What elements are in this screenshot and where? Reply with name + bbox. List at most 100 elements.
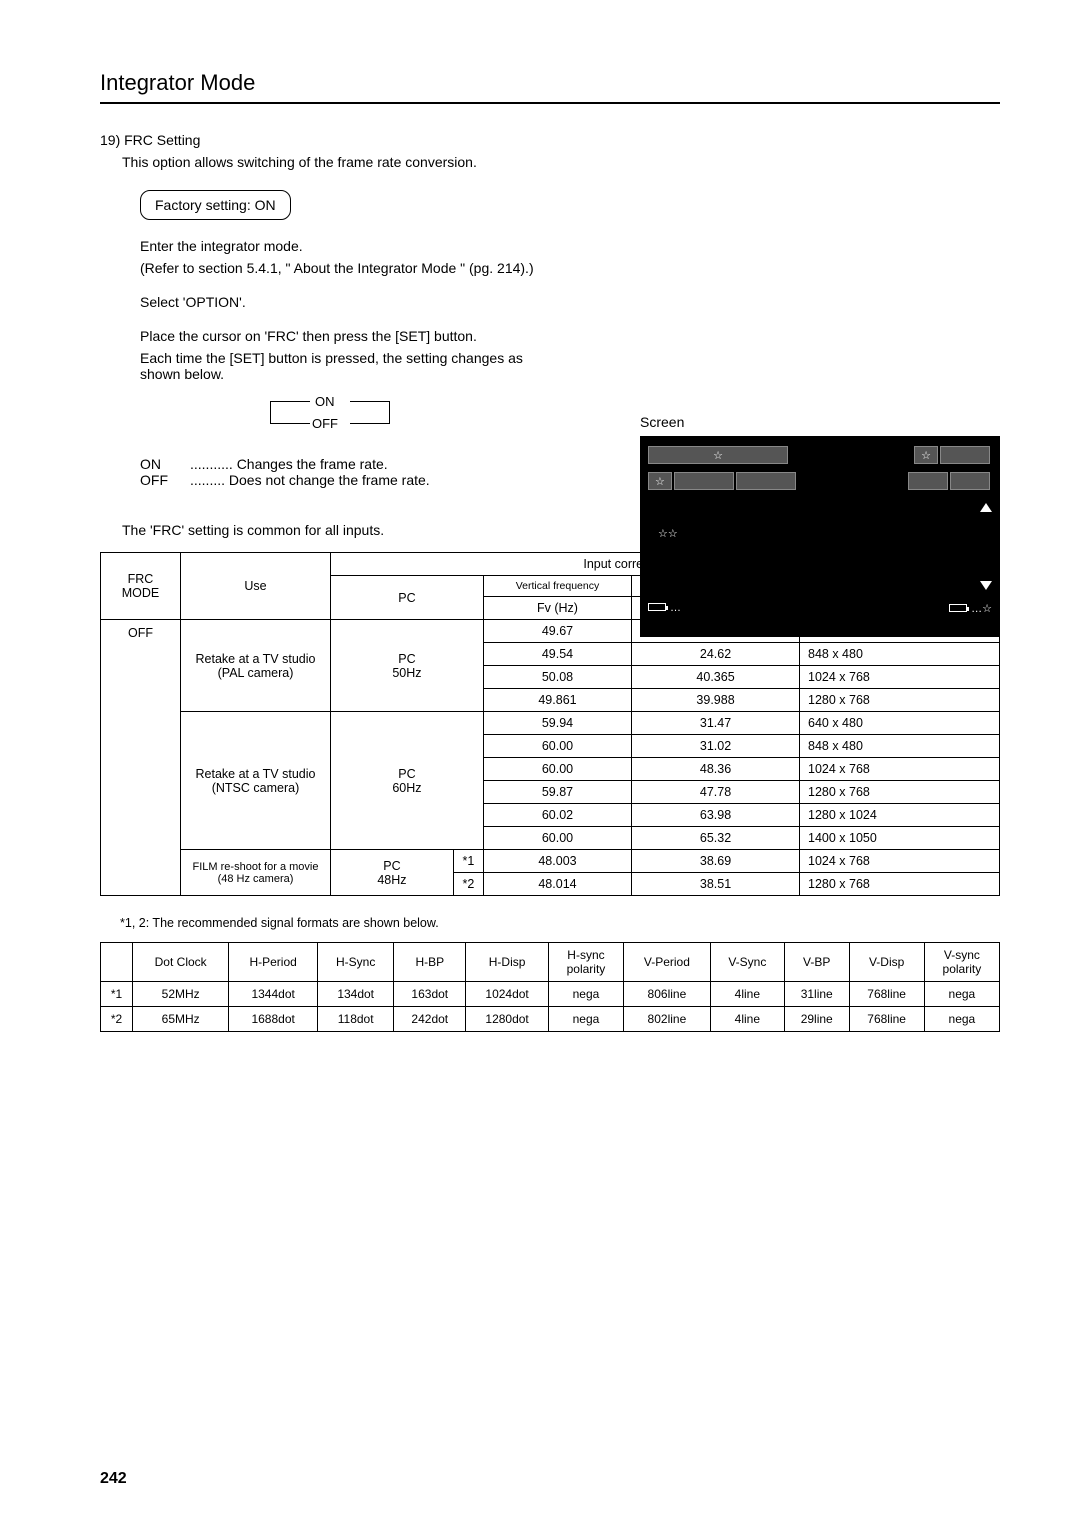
sig-cell: 4line [710, 982, 784, 1007]
tab-item [736, 472, 796, 490]
cell-use: Retake at a TV studio (PAL camera) [181, 620, 331, 712]
table-cell: 848 x 480 [800, 735, 1000, 758]
screen-panel: ☆ ☆ ☆ ☆☆ … …☆ [640, 436, 1000, 637]
sig-header-cell [101, 943, 133, 982]
sig-header-cell: V-Disp [849, 943, 924, 982]
battery-right: …☆ [949, 602, 992, 615]
sig-cell: 4line [710, 1007, 784, 1032]
table-cell: 59.94 [483, 712, 631, 735]
table-cell: 1280 x 768 [800, 873, 1000, 896]
sig-cell: 118dot [318, 1007, 394, 1032]
cycle-off-label: OFF [312, 416, 338, 431]
table-cell: 31.47 [632, 712, 800, 735]
table-cell: 31.02 [632, 735, 800, 758]
table-cell: 48.014 [483, 873, 631, 896]
tab-item: ☆ [648, 446, 788, 464]
table-cell: 38.69 [632, 850, 800, 873]
table-cell: 1280 x 1024 [800, 804, 1000, 827]
sig-cell: nega [924, 982, 999, 1007]
table-cell: 59.87 [483, 781, 631, 804]
cell-pc: PC 50Hz [331, 620, 484, 712]
factory-setting-box: Factory setting: ON [140, 190, 291, 220]
sig-cell: 1688dot [229, 1007, 318, 1032]
table-cell: 65.32 [632, 827, 800, 850]
desc-off: OFF......... Does not change the frame r… [140, 472, 530, 488]
star-label: ☆☆ [658, 527, 678, 540]
sig-cell: nega [548, 982, 623, 1007]
sig-header-cell: Dot Clock [133, 943, 229, 982]
cell-pc: PC 60Hz [331, 712, 484, 850]
table-cell: 49.67 [483, 620, 631, 643]
sig-cell: 802line [624, 1007, 711, 1032]
table-cell: 1280 x 768 [800, 689, 1000, 712]
table-cell: 60.02 [483, 804, 631, 827]
sig-cell: 52MHz [133, 982, 229, 1007]
sig-cell: *2 [101, 1007, 133, 1032]
sig-cell: 768line [849, 1007, 924, 1032]
tab-item [940, 446, 990, 464]
table-cell: 49.861 [483, 689, 631, 712]
table-cell: 60.00 [483, 735, 631, 758]
table-cell: 50.08 [483, 666, 631, 689]
table-cell: 39.988 [632, 689, 800, 712]
hdr-fv: Fv (Hz) [483, 597, 631, 620]
cell-use: Retake at a TV studio (NTSC camera) [181, 712, 331, 850]
sig-cell: 65MHz [133, 1007, 229, 1032]
cycle-diagram: ON OFF [230, 394, 430, 442]
table-cell: 640 x 480 [800, 712, 1000, 735]
sig-cell: 163dot [394, 982, 466, 1007]
table-cell: 60.00 [483, 827, 631, 850]
sig-cell: 1280dot [466, 1007, 549, 1032]
table-cell: 63.98 [632, 804, 800, 827]
table-cell: 47.78 [632, 781, 800, 804]
sig-cell: 134dot [318, 982, 394, 1007]
sig-cell: 1344dot [229, 982, 318, 1007]
page-number: 242 [100, 1470, 127, 1488]
sig-header-cell: H-BP [394, 943, 466, 982]
signal-table: Dot ClockH-PeriodH-SyncH-BPH-DispH-sync … [100, 942, 1000, 1032]
sig-header-cell: V-Sync [710, 943, 784, 982]
triangle-up-icon [980, 503, 992, 512]
hdr-pc: PC [331, 576, 484, 620]
step-1b: (Refer to section 5.4.1, " About the Int… [140, 260, 1000, 276]
hdr-use: Use [181, 553, 331, 620]
cell-pc: PC 48Hz [331, 850, 454, 896]
table-cell: 48.003 [483, 850, 631, 873]
sig-cell: nega [924, 1007, 999, 1032]
table-cell: 48.36 [632, 758, 800, 781]
sig-header-cell: V-sync polarity [924, 943, 999, 982]
table-cell: 848 x 480 [800, 643, 1000, 666]
sig-header-cell: H-Disp [466, 943, 549, 982]
sig-cell: 806line [624, 982, 711, 1007]
triangle-down-icon [980, 581, 992, 590]
step-2: Select 'OPTION'. [140, 294, 1000, 310]
tab-item [908, 472, 948, 490]
screen-panel-area: Screen ☆ ☆ ☆ ☆☆ … …☆ [640, 414, 1000, 637]
battery-icon [648, 603, 666, 611]
table-cell: 1280 x 768 [800, 781, 1000, 804]
cycle-on-label: ON [315, 394, 335, 409]
cell-star: *1 [453, 850, 483, 873]
intro-text: This option allows switching of the fram… [122, 154, 1000, 170]
table-cell: 1400 x 1050 [800, 827, 1000, 850]
sig-cell: 29line [784, 1007, 849, 1032]
cell-star: *2 [453, 873, 483, 896]
screen-caption: Screen [640, 414, 1000, 430]
sig-cell: *1 [101, 982, 133, 1007]
cell-frc-mode: OFF [101, 620, 181, 896]
step-3a: Place the cursor on 'FRC' then press the… [140, 328, 530, 344]
table-cell: 1024 x 768 [800, 758, 1000, 781]
tab-item: ☆ [648, 472, 672, 490]
sig-header-cell: V-Period [624, 943, 711, 982]
table-cell: 40.365 [632, 666, 800, 689]
tab-item: ☆ [914, 446, 938, 464]
recommended-note: *1, 2: The recommended signal formats ar… [120, 916, 1000, 930]
sig-header-cell: V-BP [784, 943, 849, 982]
battery-icon [949, 604, 967, 612]
battery-left: … [648, 602, 681, 615]
table-cell: 49.54 [483, 643, 631, 666]
table-cell: 38.51 [632, 873, 800, 896]
table-cell: 1024 x 768 [800, 666, 1000, 689]
tab-item [950, 472, 990, 490]
cell-use: FILM re-shoot for a movie (48 Hz camera) [181, 850, 331, 896]
